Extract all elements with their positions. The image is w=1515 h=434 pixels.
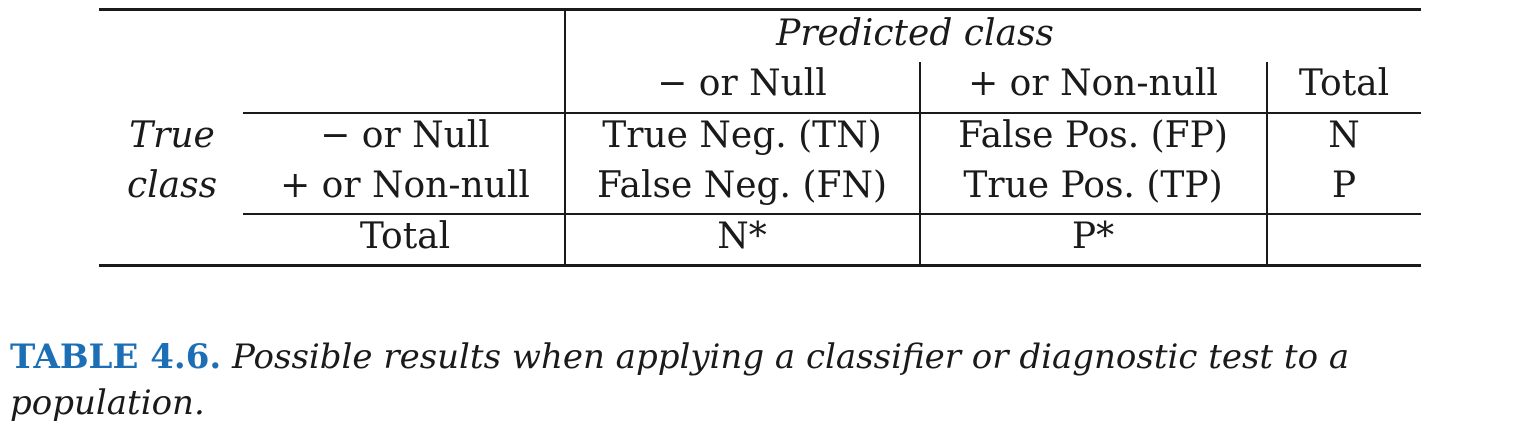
col-header-null: − or Null: [657, 63, 827, 104]
true-class-label-line2: class: [126, 165, 218, 206]
col-divider-2: [919, 62, 921, 266]
cell-n: N: [1328, 115, 1360, 156]
cell-n-star: N*: [717, 216, 767, 257]
col-divider-1: [564, 10, 566, 266]
cell-fp: False Pos. (FP): [958, 115, 1228, 156]
header-rule: [243, 112, 1421, 114]
cell-tp: True Pos. (TP): [963, 165, 1223, 206]
row-label-null: − or Null: [320, 115, 490, 156]
row-label-total: Total: [359, 216, 451, 257]
col-header-total: Total: [1298, 63, 1390, 104]
total-rule: [243, 213, 1421, 215]
cell-fn: False Neg. (FN): [596, 165, 888, 206]
bottom-rule: [99, 264, 1421, 267]
table-caption: TABLE 4.6. Possible results when applyin…: [10, 334, 1510, 426]
col-divider-3: [1266, 62, 1268, 266]
row-label-non-null: + or Non-null: [280, 165, 530, 206]
cell-p-star: P*: [1071, 216, 1115, 257]
predicted-class-header: Predicted class: [776, 13, 1054, 54]
top-rule: [99, 8, 1421, 11]
cell-tn: True Neg. (TN): [602, 115, 882, 156]
true-class-label-line1: True: [129, 115, 215, 156]
cell-p: P: [1331, 165, 1357, 206]
col-header-non-null: + or Non-null: [968, 63, 1218, 104]
caption-label: TABLE 4.6.: [10, 337, 222, 377]
